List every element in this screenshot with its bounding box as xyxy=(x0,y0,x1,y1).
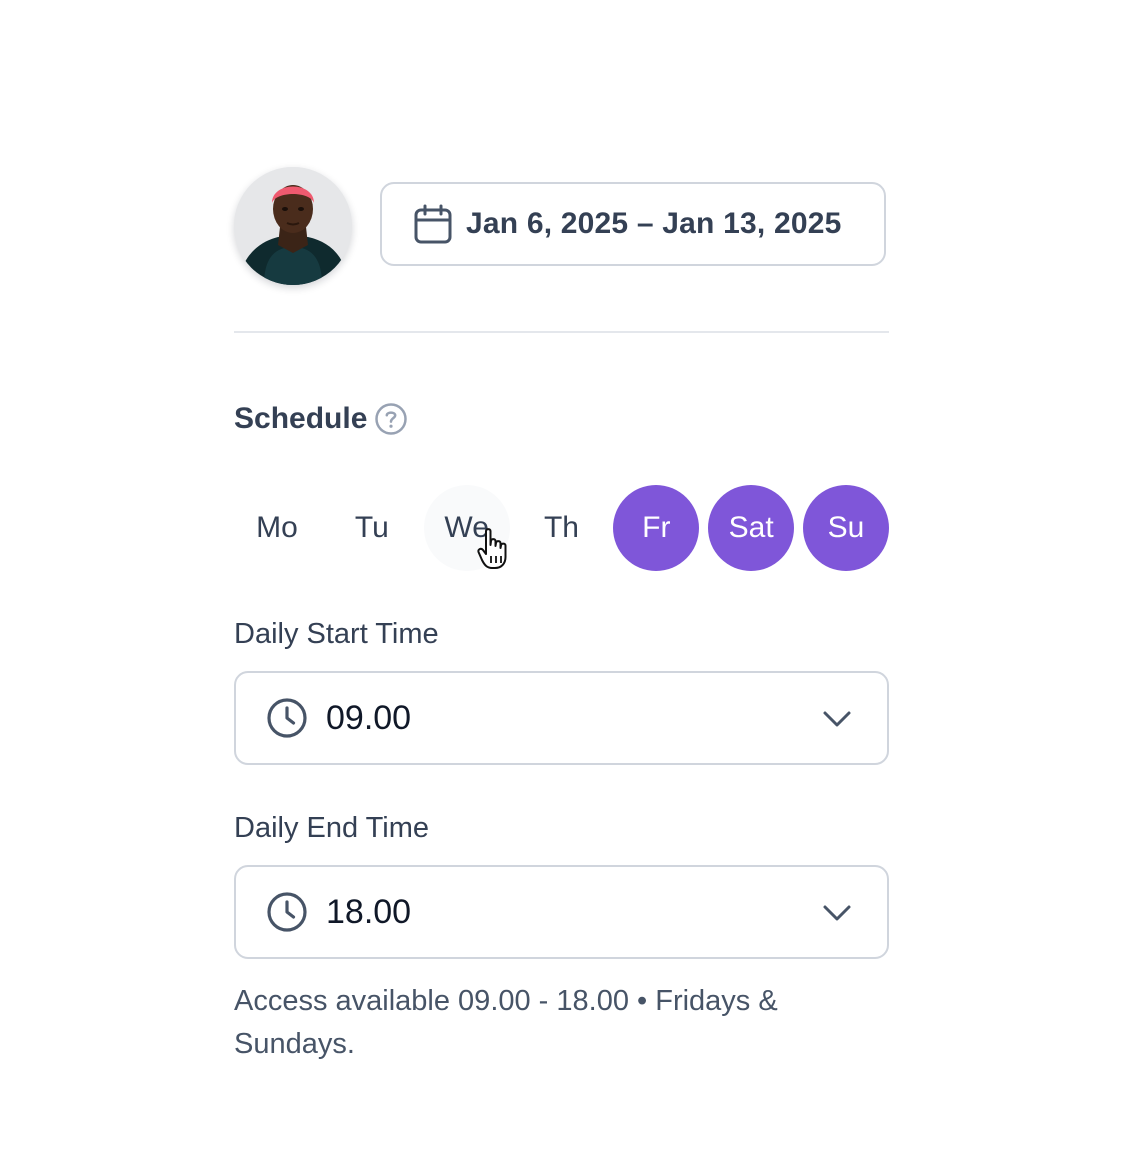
day-toggle-th[interactable]: Th xyxy=(518,485,604,571)
day-label: Tu xyxy=(354,511,389,544)
chevron-down-icon xyxy=(823,905,851,921)
calendar-icon xyxy=(414,204,452,244)
access-summary-text: Access available 09.00 - 18.00 • Fridays… xyxy=(234,985,778,1060)
user-photo xyxy=(234,167,352,285)
day-toggle-fr[interactable]: Fr xyxy=(613,485,700,571)
schedule-title: Schedule xyxy=(234,402,368,435)
chevron-down-icon xyxy=(823,711,851,727)
start-time-value: 09.00 xyxy=(326,698,412,737)
day-toggle-sat[interactable]: Sat xyxy=(708,485,795,571)
day-label: Th xyxy=(543,511,579,544)
clock-icon xyxy=(267,698,307,738)
start-time-label: Daily Start Time xyxy=(234,618,439,650)
end-time-value: 18.00 xyxy=(326,892,412,931)
hand-pointer-icon xyxy=(477,528,507,569)
help-circle-icon[interactable] xyxy=(374,402,408,436)
date-range-picker[interactable]: Jan 6, 2025 – Jan 13, 2025 xyxy=(380,182,886,266)
day-toggle-tu[interactable]: Tu xyxy=(329,485,415,571)
start-time-select[interactable]: 09.00 xyxy=(234,671,889,765)
divider xyxy=(234,331,889,333)
day-label: Su xyxy=(827,511,865,544)
clock-icon xyxy=(267,892,307,932)
schedule-heading: Schedule xyxy=(234,402,408,436)
date-range-label: Jan 6, 2025 – Jan 13, 2025 xyxy=(466,207,842,240)
end-time-label: Daily End Time xyxy=(234,812,430,844)
day-label: Fr xyxy=(642,511,671,544)
day-label: Sat xyxy=(728,511,774,544)
day-label: Mo xyxy=(256,511,298,544)
day-selector: Mo Tu We Th Fr Sat Su xyxy=(234,485,889,571)
end-time-select[interactable]: 18.00 xyxy=(234,865,889,959)
day-toggle-mo[interactable]: Mo xyxy=(234,485,320,571)
avatar[interactable] xyxy=(234,167,352,285)
day-toggle-su[interactable]: Su xyxy=(802,485,889,571)
